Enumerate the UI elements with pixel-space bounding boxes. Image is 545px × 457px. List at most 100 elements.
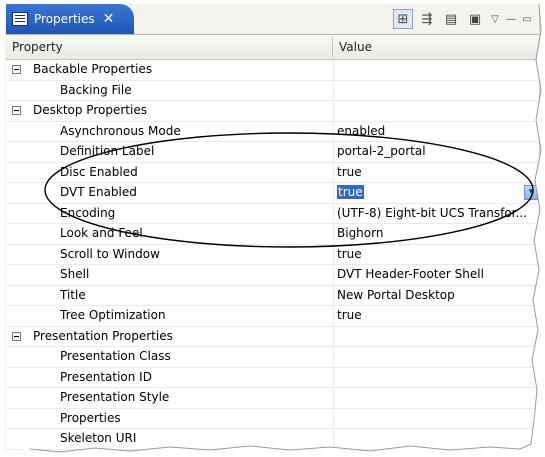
property-row[interactable]: Look and Feel Bighorn [6, 224, 539, 245]
property-name-cell: Backable Properties [6, 60, 332, 80]
view-tab-bar: Properties ✕ ⊞ ⇶ ▤ ▣ ▽ — ▭ [6, 4, 539, 35]
property-value-cell[interactable]: true [333, 162, 539, 182]
property-value-cell[interactable]: (UTF-8) Eight-bit UCS Transfor... [333, 203, 539, 223]
property-name-cell: Skeleton URI [6, 429, 332, 449]
property-value: true [337, 246, 362, 261]
property-name: Scroll to Window [60, 246, 160, 261]
properties-icon [12, 12, 28, 26]
property-value: (UTF-8) Eight-bit UCS Transfor... [337, 205, 527, 220]
property-row[interactable]: Title New Portal Desktop [6, 285, 539, 306]
property-name-cell: Presentation Properties [6, 327, 332, 347]
property-rows: Backable Properties Backing File Desktop P… [6, 60, 539, 450]
property-value: true [337, 164, 362, 179]
property-row[interactable]: Encoding (UTF-8) Eight-bit UCS Transfor..… [6, 203, 539, 224]
property-value-cell[interactable]: Bighorn [333, 224, 539, 244]
property-value-cell[interactable]: true ▾ [333, 183, 539, 203]
property-name-cell: Desktop Properties [6, 101, 332, 121]
property-name: Presentation ID [60, 369, 152, 384]
property-value: New Portal Desktop [337, 287, 455, 302]
filter-advanced-icon[interactable]: ⇶ [417, 9, 437, 29]
property-value: portal-2_portal [337, 144, 426, 158]
property-name-cell: Properties [6, 409, 332, 429]
property-name: Skeleton URI [60, 431, 137, 445]
property-row[interactable]: Asynchronous Mode enabled [6, 121, 539, 142]
property-value-cell[interactable] [333, 60, 539, 80]
dropdown-arrow-icon[interactable]: ▾ [524, 185, 538, 200]
property-name-cell: Definition Label [6, 142, 332, 162]
properties-view: Properties ✕ ⊞ ⇶ ▤ ▣ ▽ — ▭ Property Valu… [6, 4, 539, 451]
property-row[interactable]: Disc Enabled true [6, 162, 539, 183]
property-value-cell[interactable] [333, 101, 539, 121]
collapse-icon[interactable] [12, 106, 21, 115]
property-name: DVT Enabled [60, 185, 137, 199]
property-value: true [337, 308, 362, 322]
property-name: Backing File [60, 82, 132, 97]
property-row[interactable]: Presentation ID [6, 367, 539, 388]
property-row[interactable]: DVT Enabled true ▾ [6, 183, 539, 204]
property-group-row[interactable]: Backable Properties [6, 60, 539, 81]
categories-icon[interactable]: ⊞ [393, 9, 413, 29]
property-value-cell[interactable] [333, 429, 539, 449]
collapse-icon[interactable] [12, 65, 21, 74]
property-row[interactable]: Shell DVT Header-Footer Shell [6, 265, 539, 286]
property-value-cell[interactable]: true [333, 244, 539, 264]
property-value: DVT Header-Footer Shell [337, 267, 484, 281]
property-value: enabled [337, 123, 386, 138]
table-header: Property Value [6, 35, 539, 60]
property-row[interactable]: Properties [6, 408, 539, 429]
property-name-cell: DVT Enabled [6, 183, 332, 203]
property-name: Definition Label [60, 144, 155, 158]
property-name-cell: Backing File [6, 81, 332, 101]
property-group-row[interactable]: Presentation Properties [6, 326, 539, 347]
close-icon[interactable]: ✕ [103, 12, 115, 26]
property-row[interactable]: Tree Optimization true [6, 306, 539, 327]
property-name: Title [60, 287, 86, 302]
restore-defaults-icon[interactable]: ▤ [441, 9, 461, 29]
property-row[interactable]: Presentation Style [6, 388, 539, 409]
view-menu-dropdown-icon[interactable]: ▽ [489, 9, 501, 29]
property-name-cell: Presentation Class [6, 347, 332, 367]
property-row[interactable]: Backing File [6, 80, 539, 101]
property-row[interactable]: Definition Label portal-2_portal [6, 142, 539, 163]
property-row[interactable]: Skeleton URI [6, 429, 539, 450]
minimize-icon[interactable]: — [505, 9, 517, 29]
property-name-cell: Presentation Style [6, 388, 332, 408]
property-name-cell: Disc Enabled [6, 163, 332, 183]
property-name-cell: Presentation ID [6, 368, 332, 388]
property-name: Presentation Properties [33, 328, 173, 343]
selected-value[interactable]: true [337, 185, 364, 199]
property-value-cell[interactable] [333, 326, 539, 346]
properties-tab[interactable]: Properties ✕ [6, 4, 134, 34]
property-value-cell[interactable]: DVT Header-Footer Shell [333, 265, 539, 285]
property-value-cell[interactable]: true [333, 306, 539, 326]
property-name: Shell [60, 267, 90, 281]
tab-title: Properties [34, 12, 95, 26]
property-value-cell[interactable] [333, 347, 539, 367]
property-value-cell[interactable] [333, 367, 539, 387]
property-group-row[interactable]: Desktop Properties [6, 101, 539, 122]
property-name: Desktop Properties [33, 103, 147, 117]
property-value-cell[interactable]: enabled [333, 121, 539, 141]
property-name-cell: Shell [6, 265, 332, 285]
property-name: Encoding [60, 205, 116, 220]
property-row[interactable]: Scroll to Window true [6, 244, 539, 265]
property-row[interactable]: Presentation Class [6, 347, 539, 368]
property-name-cell: Look and Feel [6, 224, 332, 244]
collapse-icon[interactable] [12, 331, 21, 341]
property-value-cell[interactable]: New Portal Desktop [333, 285, 539, 305]
column-header-value[interactable]: Value [333, 35, 372, 59]
property-name-cell: Encoding [6, 204, 332, 224]
maximize-icon[interactable]: ▭ [521, 9, 533, 29]
property-name-cell: Title [6, 286, 332, 306]
property-value-cell[interactable] [333, 388, 539, 408]
view-menu-icon[interactable]: ▣ [465, 9, 485, 29]
view-toolbar: ⊞ ⇶ ▤ ▣ ▽ — ▭ [393, 9, 533, 29]
property-name: Asynchronous Mode [60, 123, 181, 138]
property-name-cell: Asynchronous Mode [6, 122, 332, 142]
property-value-cell[interactable] [333, 408, 539, 428]
column-header-property[interactable]: Property [6, 35, 63, 59]
property-name: Properties [60, 410, 121, 425]
property-value-cell[interactable]: portal-2_portal [333, 142, 539, 162]
property-value-cell[interactable] [333, 80, 539, 100]
property-name: Tree Optimization [60, 308, 166, 322]
